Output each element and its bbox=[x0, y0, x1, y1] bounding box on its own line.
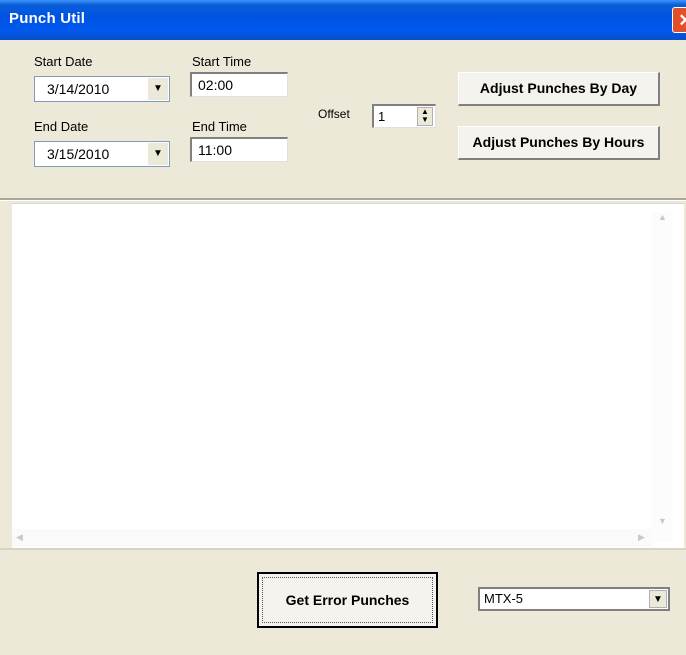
chevron-down-icon[interactable]: ▼ bbox=[649, 590, 667, 608]
scroll-down-icon[interactable]: ▼ bbox=[658, 516, 667, 526]
title-bar: Punch Util ✕ bbox=[0, 0, 686, 40]
offset-value: 1 bbox=[378, 109, 386, 124]
start-date-label: Start Date bbox=[34, 54, 93, 69]
start-time-value: 02:00 bbox=[198, 77, 234, 93]
footer-divider bbox=[0, 548, 686, 550]
close-button[interactable]: ✕ bbox=[672, 7, 686, 33]
end-time-value: 11:00 bbox=[198, 142, 232, 158]
end-date-value: 3/15/2010 bbox=[47, 146, 110, 162]
close-icon: ✕ bbox=[678, 11, 686, 30]
adjust-punches-by-day-button[interactable]: Adjust Punches By Day bbox=[458, 72, 660, 106]
end-time-label: End Time bbox=[192, 119, 247, 134]
adjust-punches-by-hours-button[interactable]: Adjust Punches By Hours bbox=[458, 126, 660, 160]
end-time-field[interactable]: 11:00 bbox=[190, 137, 288, 162]
start-time-field[interactable]: 02:00 bbox=[190, 72, 288, 97]
panel-divider-highlight bbox=[0, 200, 686, 201]
horizontal-scrollbar[interactable]: ◀ ▶ bbox=[12, 529, 652, 546]
start-date-value: 3/14/2010 bbox=[47, 81, 110, 97]
spinner-buttons[interactable]: ▲ ▼ bbox=[417, 107, 433, 126]
scroll-right-icon[interactable]: ▶ bbox=[638, 532, 645, 543]
end-date-label: End Date bbox=[34, 119, 89, 134]
start-date-picker[interactable]: 3/14/2010 ▼ bbox=[34, 76, 170, 102]
chevron-down-icon[interactable]: ▼ bbox=[148, 78, 168, 100]
chevron-down-icon[interactable]: ▼ bbox=[148, 143, 168, 165]
punch-results-list[interactable]: ▲ ▼ ◀ ▶ bbox=[12, 203, 684, 549]
offset-label: Offset bbox=[318, 107, 350, 121]
scroll-up-icon[interactable]: ▲ bbox=[658, 212, 667, 222]
end-date-picker[interactable]: 3/15/2010 ▼ bbox=[34, 141, 170, 167]
vertical-scrollbar[interactable]: ▲ ▼ bbox=[652, 212, 672, 542]
get-error-punches-button[interactable]: Get Error Punches bbox=[257, 572, 438, 628]
arrow-down-icon[interactable]: ▼ bbox=[418, 116, 432, 124]
scroll-left-icon[interactable]: ◀ bbox=[16, 532, 23, 543]
start-time-label: Start Time bbox=[192, 54, 252, 69]
offset-spinner[interactable]: 1 ▲ ▼ bbox=[372, 104, 436, 128]
window-title: Punch Util bbox=[9, 10, 86, 27]
device-select[interactable]: MTX-5 ▼ bbox=[478, 587, 670, 611]
device-select-value: MTX-5 bbox=[484, 591, 523, 606]
punch-util-window: Punch Util ✕ Start Date 3/14/2010 ▼ End … bbox=[0, 0, 686, 655]
